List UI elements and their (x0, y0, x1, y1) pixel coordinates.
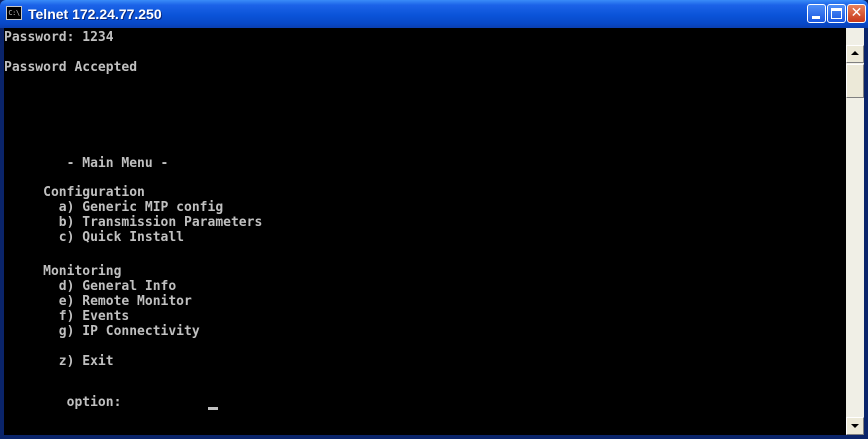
window-title: Telnet 172.24.77.250 (28, 6, 162, 22)
maximize-icon (831, 8, 842, 19)
console-line-option-a: a) Generic MIP config (4, 200, 224, 215)
console-line-option-g: g) IP Connectivity (4, 324, 200, 339)
vertical-scrollbar[interactable] (846, 28, 864, 435)
console-line-option-z: z) Exit (4, 354, 114, 369)
console-line-configuration: Configuration (4, 185, 145, 200)
minimize-button[interactable] (807, 4, 826, 23)
console-line-option-d: d) General Info (4, 279, 177, 294)
scroll-thumb[interactable] (846, 64, 864, 98)
console-icon-text: C:\ (8, 9, 20, 17)
text-cursor (208, 407, 218, 410)
console-line-main-menu: - Main Menu - (4, 156, 169, 171)
console-icon[interactable]: C:\ (6, 6, 22, 20)
console-output[interactable]: Password: 1234 Password Accepted - Main … (4, 28, 846, 435)
console-line-option-f: f) Events (4, 309, 130, 324)
maximize-button[interactable] (827, 4, 846, 23)
close-button[interactable]: ✕ (847, 4, 866, 23)
scroll-down-button[interactable] (846, 417, 864, 435)
arrow-down-icon (851, 424, 859, 428)
console-line-password-accepted: Password Accepted (4, 60, 138, 75)
arrow-up-icon (851, 51, 859, 55)
console-line-option-prompt: option: (4, 395, 130, 410)
scroll-up-button[interactable] (846, 45, 864, 63)
console-line-option-b: b) Transmission Parameters (4, 215, 263, 230)
close-icon: ✕ (850, 5, 863, 21)
console-line-option-c: c) Quick Install (4, 230, 185, 245)
minimize-icon (812, 16, 820, 19)
console-line-option-e: e) Remote Monitor (4, 294, 192, 309)
console-line-password: Password: 1234 (4, 30, 114, 45)
console-line-monitoring: Monitoring (4, 264, 122, 279)
title-bar[interactable]: C:\ Telnet 172.24.77.250 ✕ (0, 0, 868, 28)
telnet-window: C:\ Telnet 172.24.77.250 ✕ Password: 123… (0, 0, 868, 439)
